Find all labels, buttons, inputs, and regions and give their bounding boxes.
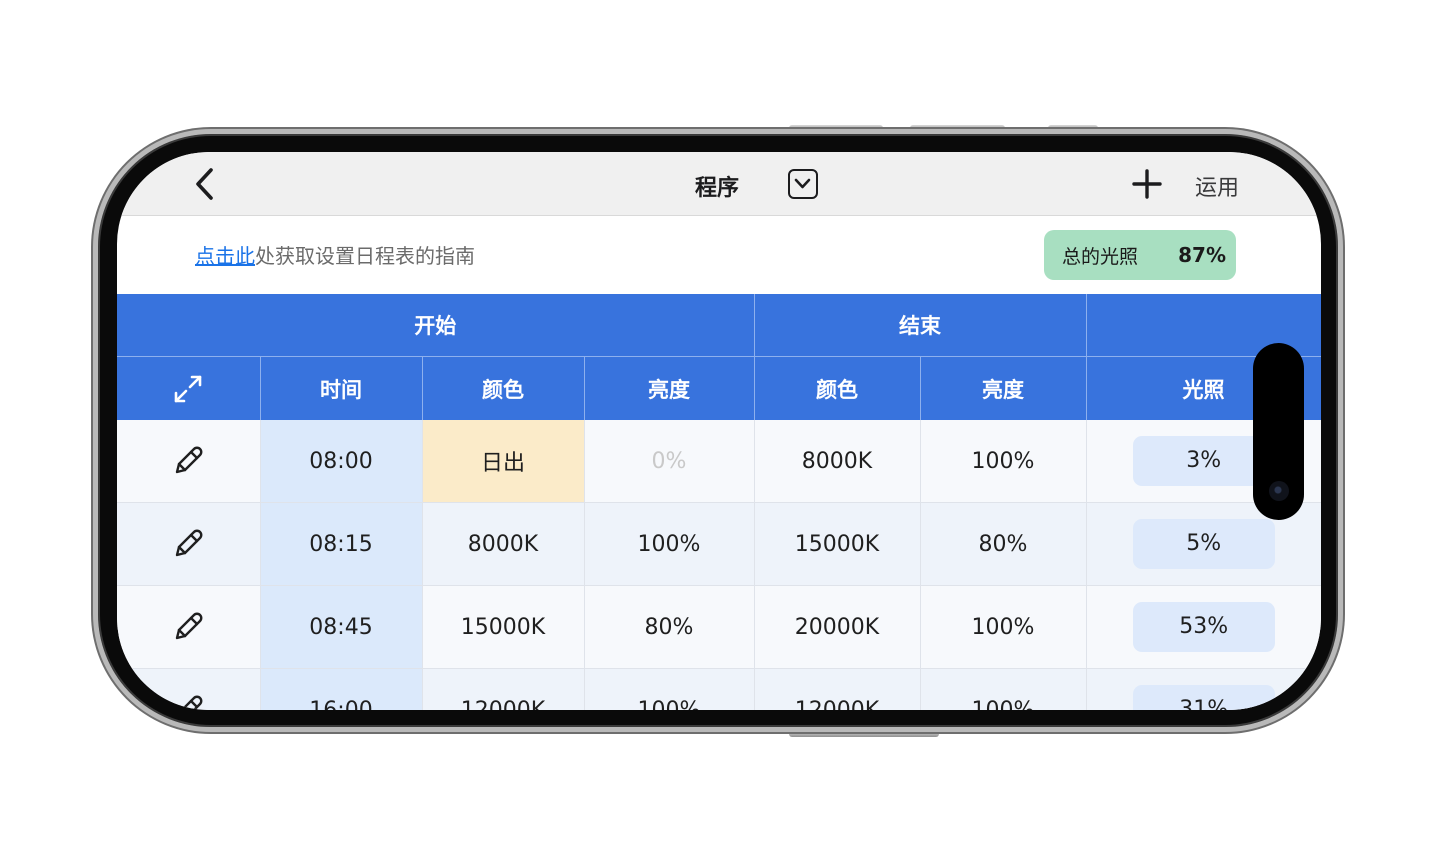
start-group-header: 开始 <box>117 294 755 357</box>
edit-cell[interactable] <box>117 502 261 586</box>
light-value-pill: 53% <box>1132 602 1275 652</box>
start-color-cell[interactable]: 15000K <box>422 585 585 669</box>
light-value-pill: 31% <box>1132 685 1275 710</box>
end-brightness-cell[interactable]: 80% <box>920 502 1087 586</box>
expand-header[interactable] <box>117 356 261 420</box>
light-cell: 53% <box>1086 585 1321 669</box>
column-header-time: 时间 <box>260 356 423 420</box>
camera-icon <box>1269 481 1289 501</box>
table-row[interactable]: 16:00 12000K 100% 12000K 100% 31% <box>117 668 1321 710</box>
time-cell[interactable]: 16:00 <box>260 668 423 710</box>
total-light-value: 87% <box>1178 243 1226 267</box>
time-cell[interactable]: 08:15 <box>260 502 423 586</box>
edit-cell[interactable] <box>117 585 261 669</box>
end-brightness-cell[interactable]: 100% <box>920 585 1087 669</box>
pencil-icon[interactable] <box>117 527 260 561</box>
end-color-cell[interactable]: 20000K <box>754 585 921 669</box>
end-color-cell[interactable]: 15000K <box>754 502 921 586</box>
table-row[interactable]: 08:15 8000K 100% 15000K 80% 5% <box>117 502 1321 586</box>
start-brightness-cell[interactable]: 100% <box>584 502 755 586</box>
plus-icon <box>1132 169 1162 199</box>
column-header-end-color: 颜色 <box>754 356 921 420</box>
table-row[interactable]: 08:45 15000K 80% 20000K 100% 53% <box>117 585 1321 669</box>
edit-cell[interactable] <box>117 420 261 503</box>
program-dropdown-button[interactable] <box>788 169 818 199</box>
end-brightness-cell[interactable]: 100% <box>920 420 1087 503</box>
start-brightness-cell[interactable]: 80% <box>584 585 755 669</box>
navigation-bar: 程序 运用 <box>117 152 1321 216</box>
guide-text: 点击此处获取设置日程表的指南 <box>195 240 475 269</box>
end-brightness-cell[interactable]: 100% <box>920 668 1087 710</box>
pencil-icon[interactable] <box>117 693 260 710</box>
start-color-cell[interactable]: 8000K <box>422 502 585 586</box>
end-color-cell[interactable]: 12000K <box>754 668 921 710</box>
light-value-pill: 5% <box>1132 519 1275 569</box>
dynamic-island <box>1253 343 1304 520</box>
schedule-table: 开始 结束 时间 颜色 亮度 颜色 亮度 光照 08:00 日出 0% 8000… <box>117 294 1321 710</box>
end-group-header: 结束 <box>754 294 1087 357</box>
end-color-cell[interactable]: 8000K <box>754 420 921 503</box>
start-color-cell[interactable]: 日出 <box>422 420 585 503</box>
page-title: 程序 <box>694 176 739 201</box>
expand-arrows-icon[interactable] <box>118 373 259 405</box>
light-cell: 31% <box>1086 668 1321 710</box>
start-brightness-cell[interactable]: 100% <box>584 668 755 710</box>
total-light-badge: 总的光照 87% <box>1044 230 1236 280</box>
chevron-left-icon <box>196 168 213 200</box>
pencil-icon[interactable] <box>117 610 260 644</box>
chevron-down-icon <box>794 178 811 189</box>
total-light-label: 总的光照 <box>1062 245 1139 268</box>
time-cell[interactable]: 08:45 <box>260 585 423 669</box>
app-screen: 程序 运用 点击此处获取设置日程表的指南 总的光照 87% 开始 结束 时间 颜… <box>117 152 1321 710</box>
column-header-start-color: 颜色 <box>422 356 585 420</box>
pencil-icon[interactable] <box>117 444 260 478</box>
guide-link[interactable]: 点击此 <box>195 244 255 268</box>
add-button[interactable] <box>1131 168 1163 200</box>
column-header-start-brightness: 亮度 <box>584 356 755 420</box>
table-row[interactable]: 08:00 日出 0% 8000K 100% 3% <box>117 420 1321 503</box>
start-brightness-cell[interactable]: 0% <box>584 420 755 503</box>
time-cell[interactable]: 08:00 <box>260 420 423 503</box>
back-button[interactable] <box>187 164 223 204</box>
column-header-end-brightness: 亮度 <box>920 356 1087 420</box>
guide-description: 处获取设置日程表的指南 <box>255 244 475 268</box>
start-color-cell[interactable]: 12000K <box>422 668 585 710</box>
apply-button[interactable]: 运用 <box>1195 170 1239 202</box>
edit-cell[interactable] <box>117 668 261 710</box>
